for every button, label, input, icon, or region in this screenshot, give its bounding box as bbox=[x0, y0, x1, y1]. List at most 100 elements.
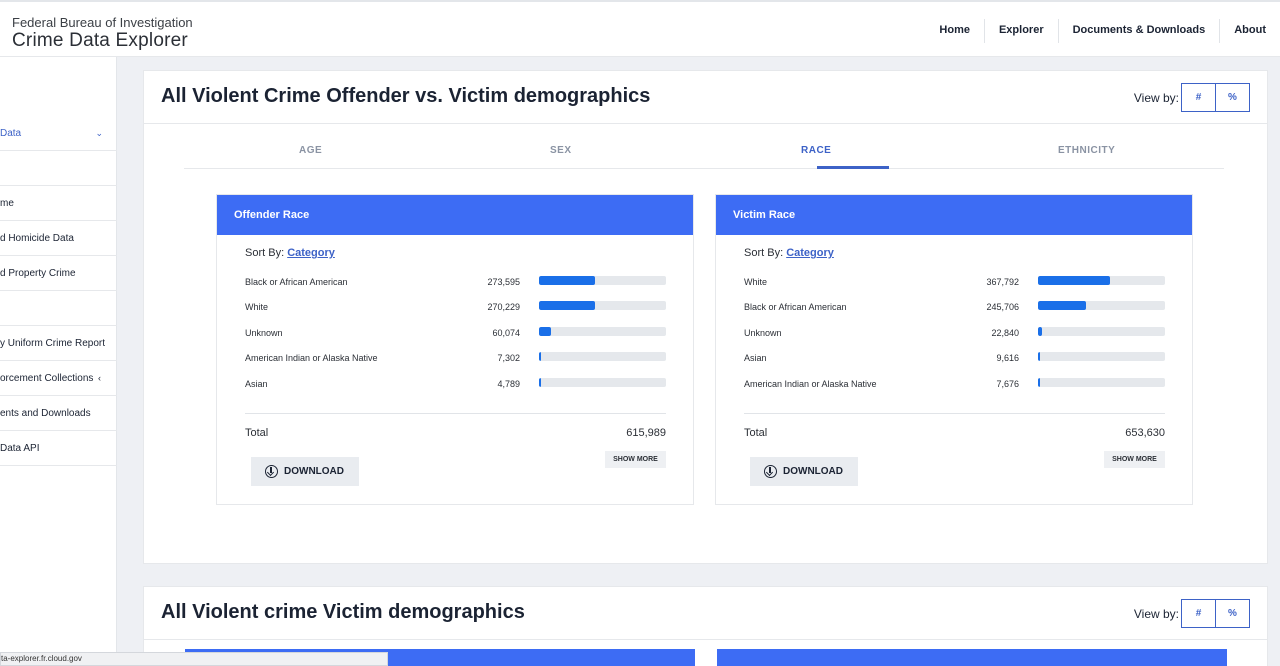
sidebar-item-ucr[interactable]: y Uniform Crime Report bbox=[0, 326, 117, 361]
show-more-button[interactable]: SHOW MORE bbox=[605, 451, 666, 468]
agency-name: Federal Bureau of Investigation bbox=[12, 15, 193, 30]
tab-age[interactable]: AGE bbox=[299, 145, 322, 156]
row-label: Unknown bbox=[245, 328, 283, 338]
view-by-toggle: View by: # % bbox=[1134, 83, 1250, 112]
sort-by-label: Sort By: bbox=[245, 247, 285, 259]
view-by-label: View by: bbox=[1133, 90, 1179, 105]
row-value: 60,074 bbox=[492, 328, 520, 338]
sort-by: Sort By: Category bbox=[744, 247, 834, 259]
sidebar-item-blank-2[interactable] bbox=[0, 291, 117, 326]
sidebar: Data ⌄ me d Homicide Data d Property Cri… bbox=[0, 57, 117, 666]
bar-fill bbox=[539, 378, 541, 387]
victim-race-panel: Victim Race Sort By: Category White 367,… bbox=[715, 194, 1193, 505]
bar-track bbox=[539, 301, 666, 310]
bar-track bbox=[1038, 378, 1165, 387]
sidebar-item-label: Data bbox=[0, 128, 22, 139]
offender-victim-card: All Violent Crime Offender vs. Victim de… bbox=[143, 70, 1268, 564]
bar-track bbox=[539, 327, 666, 336]
row-label: Black or African American bbox=[245, 277, 348, 287]
list-item: White 367,792 bbox=[744, 275, 1166, 289]
total-label: Total bbox=[744, 427, 768, 439]
sidebar-item-label: d Homicide Data bbox=[0, 233, 74, 244]
row-value: 7,302 bbox=[497, 353, 520, 363]
total-value: 653,630 bbox=[1125, 427, 1165, 439]
row-value: 270,229 bbox=[487, 302, 520, 312]
sidebar-item-label: Data API bbox=[0, 443, 40, 454]
sidebar-item-label: y Uniform Crime Report bbox=[0, 338, 106, 349]
sidebar-item-label: orcement Collections bbox=[0, 373, 94, 384]
panel-title: Offender Race bbox=[217, 195, 693, 235]
sort-by-category-link[interactable]: Category bbox=[287, 247, 335, 259]
list-item: Black or African American 273,595 bbox=[245, 275, 667, 289]
bar-track bbox=[1038, 276, 1165, 285]
list-item: Unknown 60,074 bbox=[245, 326, 667, 340]
bar-fill bbox=[1038, 378, 1040, 387]
sort-by-category-link[interactable]: Category bbox=[786, 247, 834, 259]
sidebar-item-documents[interactable]: ents and Downloads bbox=[0, 396, 117, 431]
row-label: Unknown bbox=[744, 328, 782, 338]
row-label: Asian bbox=[744, 353, 767, 363]
view-by-percent-button[interactable]: % bbox=[1215, 83, 1250, 112]
bar-track bbox=[539, 378, 666, 387]
view-by-percent-button[interactable]: % bbox=[1215, 599, 1250, 628]
chevron-down-icon: ⌄ bbox=[95, 128, 103, 138]
bar-track bbox=[1038, 352, 1165, 361]
row-value: 4,789 bbox=[497, 379, 520, 389]
row-value: 367,792 bbox=[986, 277, 1019, 287]
download-button[interactable]: DOWNLOAD bbox=[750, 457, 858, 486]
row-label: White bbox=[744, 277, 768, 287]
list-item: American Indian or Alaska Native 7,302 bbox=[245, 351, 667, 365]
bar-track bbox=[539, 352, 666, 361]
show-more-button[interactable]: SHOW MORE bbox=[1104, 451, 1165, 468]
tab-ethnicity[interactable]: ETHNICITY bbox=[1058, 145, 1115, 156]
row-value: 245,706 bbox=[986, 302, 1019, 312]
bar-track bbox=[539, 276, 666, 285]
download-button[interactable]: DOWNLOAD bbox=[251, 457, 359, 486]
panel-header bbox=[717, 649, 1227, 666]
bar-fill bbox=[539, 276, 596, 285]
nav-explorer[interactable]: Explorer bbox=[983, 19, 1058, 43]
nav-documents-downloads[interactable]: Documents & Downloads bbox=[1057, 19, 1220, 43]
row-value: 7,676 bbox=[996, 379, 1019, 389]
bar-fill bbox=[539, 327, 552, 336]
download-icon bbox=[764, 465, 777, 478]
list-item: Unknown 22,840 bbox=[744, 326, 1166, 340]
list-item: White 270,229 bbox=[245, 300, 667, 314]
sidebar-item-api[interactable]: Data API bbox=[0, 431, 117, 466]
divider bbox=[245, 413, 666, 414]
download-icon bbox=[265, 465, 278, 478]
bar-fill bbox=[1038, 327, 1043, 336]
bar-track bbox=[1038, 301, 1165, 310]
row-label: American Indian or Alaska Native bbox=[245, 353, 378, 363]
list-item: Black or African American 245,706 bbox=[744, 300, 1166, 314]
view-by-count-button[interactable]: # bbox=[1181, 599, 1216, 628]
nav-about[interactable]: About bbox=[1219, 19, 1280, 43]
browser-status-bar: ta-explorer.fr.cloud.gov bbox=[0, 652, 388, 666]
row-label: Black or African American bbox=[744, 302, 847, 312]
row-label: White bbox=[245, 302, 269, 312]
panel-title: Victim Race bbox=[716, 195, 1192, 235]
offender-race-panel: Offender Race Sort By: Category Black or… bbox=[216, 194, 694, 505]
sidebar-item-home[interactable]: me bbox=[0, 186, 117, 221]
tab-race[interactable]: RACE bbox=[801, 145, 831, 156]
sidebar-item-blank[interactable] bbox=[0, 151, 117, 186]
sort-by: Sort By: Category bbox=[245, 247, 335, 259]
site-logo[interactable]: Federal Bureau of Investigation Crime Da… bbox=[12, 15, 193, 51]
divider bbox=[144, 639, 1267, 640]
row-value: 273,595 bbox=[487, 277, 520, 287]
sidebar-item-homicide-data[interactable]: d Homicide Data bbox=[0, 221, 117, 256]
tab-sex[interactable]: SEX bbox=[550, 145, 572, 156]
sidebar-item-property-crime[interactable]: d Property Crime bbox=[0, 256, 117, 291]
view-by-count-button[interactable]: # bbox=[1181, 83, 1216, 112]
sidebar-item-data[interactable]: Data ⌄ bbox=[0, 116, 117, 151]
bar-fill bbox=[1038, 276, 1110, 285]
divider bbox=[744, 413, 1165, 414]
bar-fill bbox=[539, 352, 541, 361]
sidebar-item-le-collections[interactable]: orcement Collections ‹ bbox=[0, 361, 117, 396]
total-value: 615,989 bbox=[626, 427, 666, 439]
bar-fill bbox=[1038, 301, 1086, 310]
main-nav: Home Explorer Documents & Downloads Abou… bbox=[925, 19, 1280, 43]
card-title: All Violent crime Victim demographics bbox=[161, 601, 525, 623]
nav-home[interactable]: Home bbox=[925, 19, 984, 43]
list-item: Asian 4,789 bbox=[245, 377, 667, 391]
